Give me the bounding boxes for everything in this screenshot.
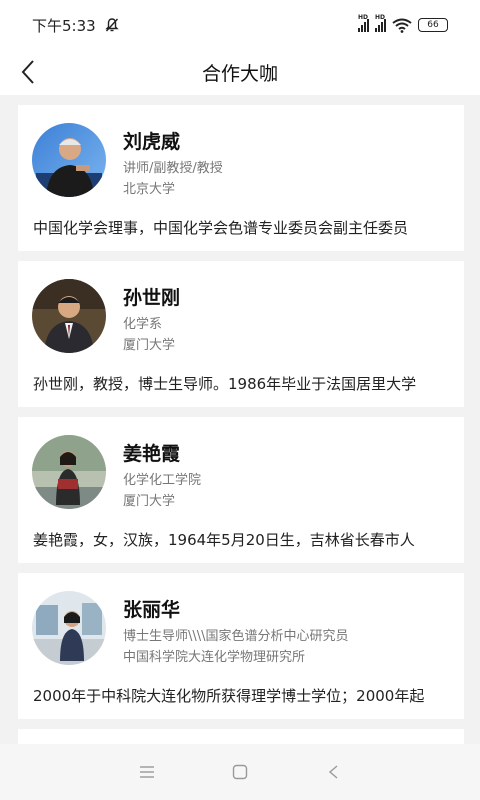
wifi-icon — [392, 18, 412, 33]
expert-name: 孙世刚 — [123, 287, 181, 309]
app-bar: 合作大咖 — [0, 50, 480, 95]
menu-icon — [139, 766, 154, 778]
expert-name: 姜艳霞 — [123, 443, 181, 465]
home-square-icon — [232, 764, 248, 780]
avatar — [32, 591, 106, 665]
status-time: 下午5:33 — [32, 16, 96, 35]
battery-icon: 66 — [418, 18, 448, 32]
chevron-left-icon — [21, 60, 34, 84]
expert-name: 刘虎威 — [123, 131, 181, 153]
expert-title: 化学化工学院 — [123, 473, 202, 488]
expert-description: 姜艳霞，女，汉族，1964年5月20日生，吉林省长春市人 — [33, 531, 415, 549]
back-triangle-icon — [329, 765, 338, 779]
home-button[interactable] — [220, 752, 260, 792]
expert-organization: 北京大学 — [123, 182, 176, 197]
signal-hd-1-icon: HD — [358, 14, 369, 32]
expert-title: 博士生导师\\\\国家色谱分析中心研究员 — [123, 629, 349, 644]
expert-name: 张丽华 — [123, 599, 181, 621]
back-button[interactable] — [12, 56, 44, 88]
expert-card[interactable]: 张丽华 博士生导师\\\\国家色谱分析中心研究员 中国科学院大连化学物理研究所 … — [18, 573, 464, 719]
system-nav-bar — [0, 744, 480, 800]
expert-title: 化学系 — [123, 317, 163, 332]
battery-level: 66 — [427, 20, 439, 30]
expert-title: 讲师/副教授/教授 — [123, 161, 223, 176]
expert-description: 2000年于中科院大连化物所获得理学博士学位；2000年起 — [33, 687, 425, 705]
mute-bell-icon — [104, 18, 119, 32]
expert-organization: 厦门大学 — [123, 338, 176, 353]
avatar — [32, 123, 106, 197]
status-right: HD HD 66 — [358, 14, 448, 33]
status-left: 下午5:33 — [32, 15, 120, 36]
expert-organization: 中国科学院大连化学物理研究所 — [123, 650, 306, 665]
page-title: 合作大咖 — [201, 63, 278, 85]
signal-hd-2-icon: HD — [375, 14, 386, 32]
expert-description: 中国化学会理事，中国化学会色谱专业委员会副主任委员 — [33, 219, 409, 237]
nav-back-button[interactable] — [313, 752, 353, 792]
expert-organization: 厦门大学 — [123, 494, 176, 509]
expert-description: 孙世刚，教授，博士生导师。1986年毕业于法国居里大学 — [33, 375, 417, 393]
expert-list: 刘虎威 讲师/副教授/教授 北京大学 中国化学会理事，中国化学会色谱专业委员会副… — [18, 105, 464, 759]
menu-button[interactable] — [127, 752, 167, 792]
expert-card[interactable]: 孙世刚 化学系 厦门大学 孙世刚，教授，博士生导师。1986年毕业于法国居里大学 — [18, 261, 464, 407]
expert-card[interactable]: 刘虎威 讲师/副教授/教授 北京大学 中国化学会理事，中国化学会色谱专业委员会副… — [18, 105, 464, 251]
avatar — [32, 279, 106, 353]
status-bar: 下午5:33 HD HD 66 — [0, 0, 480, 50]
expert-card[interactable]: 姜艳霞 化学化工学院 厦门大学 姜艳霞，女，汉族，1964年5月20日生，吉林省… — [18, 417, 464, 563]
avatar — [32, 435, 106, 509]
